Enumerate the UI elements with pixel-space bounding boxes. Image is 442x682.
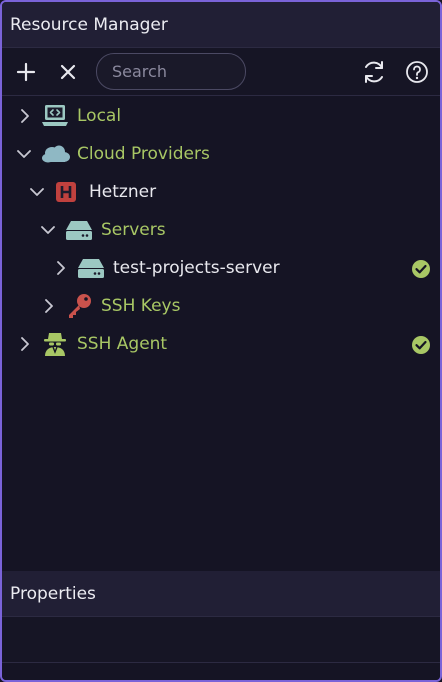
tree-item-label: Cloud Providers xyxy=(77,144,210,164)
refresh-icon xyxy=(365,61,383,83)
panel-title-bar: Resource Manager xyxy=(2,2,440,48)
x-icon xyxy=(60,64,76,80)
agent-spy-icon xyxy=(41,331,69,357)
help-button[interactable] xyxy=(402,57,432,87)
close-button[interactable] xyxy=(54,58,82,86)
tree-item-hetzner[interactable]: Hetzner xyxy=(2,173,440,211)
chevron-down-icon[interactable] xyxy=(41,223,55,237)
resource-manager-window: Resource Manager Search Local Cloud Prov… xyxy=(0,0,442,682)
chevron-down-icon[interactable] xyxy=(17,147,31,161)
tree-item-cloud-providers[interactable]: Cloud Providers xyxy=(2,135,440,173)
search-input[interactable] xyxy=(96,53,246,90)
toolbar xyxy=(2,48,440,96)
chevron-right-icon[interactable] xyxy=(54,261,68,275)
hetzner-logo-icon xyxy=(52,179,80,205)
add-button[interactable] xyxy=(12,58,40,86)
chevron-right-icon[interactable] xyxy=(18,109,32,123)
tree-item-local[interactable]: Local xyxy=(2,97,440,135)
tree-item-ssh-agent[interactable]: SSH Agent xyxy=(2,325,440,363)
refresh-button[interactable] xyxy=(359,57,389,87)
chevron-right-icon[interactable] xyxy=(42,299,56,313)
tree-item-label: Local xyxy=(77,106,122,126)
server-icon xyxy=(76,255,106,281)
chevron-right-icon[interactable] xyxy=(18,337,32,351)
properties-header: Properties xyxy=(2,571,440,617)
computer-code-icon xyxy=(41,103,69,129)
tree-item-label: SSH Keys xyxy=(101,296,181,316)
tree-item-test-projects-server[interactable]: test-projects-server xyxy=(2,249,440,287)
status-bar xyxy=(2,663,440,680)
tree-item-label: SSH Agent xyxy=(77,334,168,354)
resource-tree: Local Cloud Providers Hetzner Servers te… xyxy=(2,96,440,571)
server-icon xyxy=(64,217,94,243)
tree-item-ssh-keys[interactable]: SSH Keys xyxy=(2,287,440,325)
properties-panel xyxy=(2,617,440,663)
chevron-down-icon[interactable] xyxy=(30,185,44,199)
panel-title: Resource Manager xyxy=(10,14,168,35)
properties-title: Properties xyxy=(10,583,96,604)
tree-item-label: Hetzner xyxy=(89,182,157,202)
check-circle-icon xyxy=(412,336,430,354)
check-circle-icon xyxy=(412,260,430,278)
tree-item-servers[interactable]: Servers xyxy=(2,211,440,249)
help-circle-icon xyxy=(406,61,428,83)
tree-item-label: test-projects-server xyxy=(113,258,280,278)
plus-icon xyxy=(16,62,36,82)
tree-item-label: Servers xyxy=(101,220,166,240)
cloud-icon xyxy=(40,141,72,167)
key-icon xyxy=(65,293,93,319)
